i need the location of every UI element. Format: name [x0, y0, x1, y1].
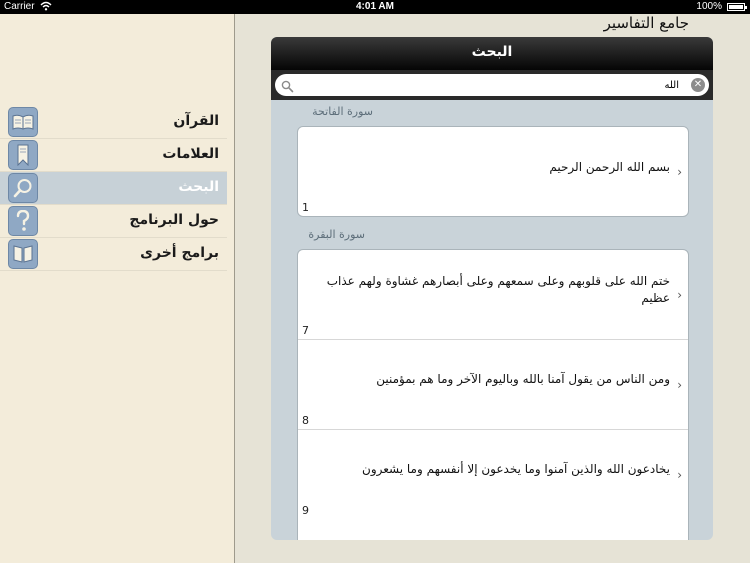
results-group-baqara: ختم الله على قلوبهم وعلى سمعهم وعلى أبصا… [297, 249, 689, 540]
sidebar-item-label: برامج أخرى [140, 245, 219, 261]
sidebar-item-about[interactable]: حول البرنامج [0, 205, 227, 238]
search-field-container[interactable]: ✕ [275, 74, 709, 96]
list-item[interactable]: ختم الله على قلوبهم وعلى سمعهم وعلى أبصا… [298, 250, 688, 340]
results-group-fatiha: بسم الله الرحمن الرحيم › 1 [297, 126, 689, 217]
question-icon [8, 206, 38, 236]
battery-icon [727, 3, 747, 11]
app-title: جامع التفاسير [603, 14, 689, 32]
search-input[interactable] [299, 76, 679, 94]
sidebar-item-label: حول البرنامج [129, 212, 219, 228]
verse-text: ختم الله على قلوبهم وعلى سمعهم وعلى أبصا… [326, 274, 670, 305]
chevron-right-icon: › [677, 468, 682, 482]
sidebar-item-label: البحث [178, 179, 219, 195]
quran-book-icon [8, 107, 38, 137]
chevron-right-icon: › [677, 288, 682, 302]
panel-title: البحث [271, 37, 713, 70]
list-item[interactable]: ومن الناس من يقول آمنا بالله وباليوم الآ… [298, 340, 688, 430]
sidebar: القرآن العلامات البحث حول البرنامج برامج… [0, 14, 235, 563]
sidebar-item-search[interactable]: البحث [0, 172, 227, 205]
status-bar: Carrier 4:01 AM 100% [0, 0, 750, 14]
apps-icon [8, 239, 38, 269]
section-header-fatiha: سورة الفاتحة [312, 105, 373, 118]
verse-text: ومن الناس من يقول آمنا بالله وباليوم الآ… [376, 372, 670, 386]
sidebar-menu: القرآن العلامات البحث حول البرنامج برامج… [0, 106, 227, 271]
chevron-right-icon: › [677, 378, 682, 392]
search-panel: البحث ✕ سورة الفاتحة بسم الله الرحمن الر… [271, 37, 713, 540]
clear-search-icon[interactable]: ✕ [691, 78, 705, 92]
sidebar-item-quran[interactable]: القرآن [0, 106, 227, 139]
section-header-baqara: سورة البقرة [308, 228, 365, 241]
search-icon [8, 173, 38, 203]
list-item[interactable]: يخادعون الله والذين آمنوا وما يخدعون إلا… [298, 430, 688, 519]
list-item[interactable]: بسم الله الرحمن الرحيم › 1 [298, 127, 688, 216]
sidebar-item-other-apps[interactable]: برامج أخرى [0, 238, 227, 271]
sidebar-item-bookmarks[interactable]: العلامات [0, 139, 227, 172]
sidebar-item-label: العلامات [162, 146, 219, 162]
sidebar-item-label: القرآن [173, 113, 219, 129]
verse-number: 1 [302, 201, 309, 214]
search-bar: ✕ [271, 70, 713, 100]
clock: 4:01 AM [356, 1, 394, 12]
battery-percent: 100% [696, 1, 722, 12]
verse-number: 7 [302, 324, 309, 337]
verse-text: يخادعون الله والذين آمنوا وما يخدعون إلا… [362, 462, 670, 476]
verse-number: 9 [302, 504, 309, 517]
verse-text: بسم الله الرحمن الرحيم [549, 160, 670, 174]
search-magnifier-icon [281, 78, 294, 97]
bookmark-icon [8, 140, 38, 170]
verse-number: 8 [302, 414, 309, 427]
chevron-right-icon: › [677, 165, 682, 179]
